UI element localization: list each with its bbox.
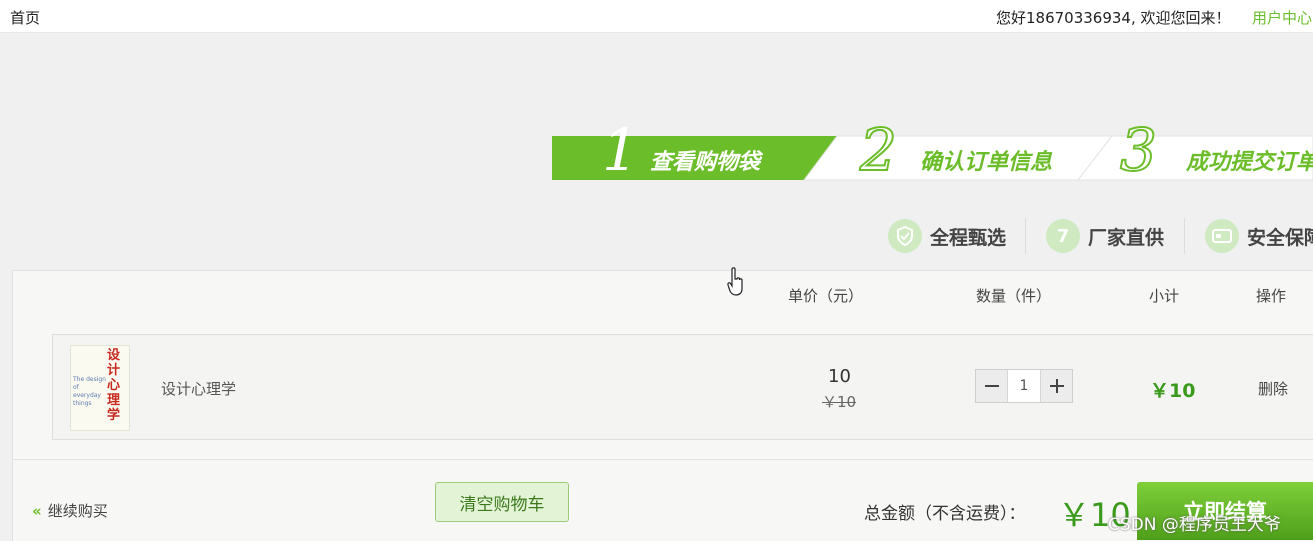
quantity-stepper: 1	[975, 369, 1073, 403]
product-name[interactable]: 设计心理学	[161, 378, 236, 399]
continue-shopping-label: 继续购买	[47, 502, 108, 520]
shield-check-icon	[888, 219, 922, 253]
header-action: 操作	[1256, 287, 1287, 305]
feature-divider	[1025, 218, 1026, 254]
greeting-text: 您好18670336934, 欢迎您回来！	[996, 9, 1231, 27]
step-3-label: 成功提交订单	[1186, 150, 1313, 175]
minus-icon	[984, 385, 999, 387]
step-1-label: 查看购物袋	[650, 150, 761, 175]
double-chevron-left-icon: «	[32, 502, 42, 520]
cover-title: 设计心理学	[107, 348, 121, 423]
continue-shopping-link[interactable]: « 继续购买	[32, 500, 108, 521]
total-label: 总金额（不含运费）：	[864, 504, 1026, 524]
quantity-input[interactable]: 1	[1007, 370, 1041, 402]
original-price: ￥10	[822, 393, 857, 411]
home-link[interactable]: 首页	[10, 7, 40, 28]
clear-cart-button[interactable]: 清空购物车	[435, 482, 569, 522]
step-2-label: 确认订单信息	[920, 150, 1053, 175]
top-bar: 首页 您好18670336934, 欢迎您回来！ 用户中心	[0, 0, 1313, 33]
feature-divider	[1184, 218, 1185, 254]
seven-icon: 7	[1046, 219, 1080, 253]
item-subtotal: ￥10	[1150, 380, 1196, 402]
step-1-number: 1	[602, 122, 639, 182]
user-center-link[interactable]: 用户中心	[1252, 7, 1312, 28]
increase-button[interactable]	[1041, 370, 1072, 402]
checkout-steps: 1 查看购物袋 2 确认订单信息 3 成功提交订单	[552, 122, 1313, 182]
cover-subtitle: The design of everyday things	[73, 376, 106, 407]
feature-label: 全程甄选	[930, 226, 1007, 249]
watermark: CSDN @程序员王大爷	[1108, 515, 1281, 535]
feature-label: 厂家直供	[1088, 226, 1165, 249]
step-2-number: 2	[859, 122, 898, 182]
feature-label: 安全保障	[1247, 226, 1313, 249]
plus-icon	[1049, 379, 1064, 393]
hand-cursor-icon	[727, 267, 743, 296]
divider	[12, 459, 1313, 460]
card-icon	[1205, 219, 1239, 253]
feature-factory: 7 厂家直供	[1046, 219, 1164, 253]
cart-item-row	[52, 334, 1313, 440]
feature-selected: 全程甄选	[888, 219, 1006, 253]
header-unit-price: 单价（元）	[788, 287, 864, 305]
header-subtotal: 小计	[1149, 287, 1180, 305]
header-quantity: 数量（件）	[976, 287, 1052, 305]
step-3-number: 3	[1119, 122, 1158, 182]
delete-link[interactable]: 删除	[1258, 378, 1288, 399]
decrease-button[interactable]	[976, 370, 1007, 402]
product-thumbnail[interactable]: 设计心理学 The design of everyday things	[70, 345, 130, 431]
unit-price: 10	[828, 366, 851, 387]
feature-secure: 安全保障	[1205, 219, 1313, 253]
